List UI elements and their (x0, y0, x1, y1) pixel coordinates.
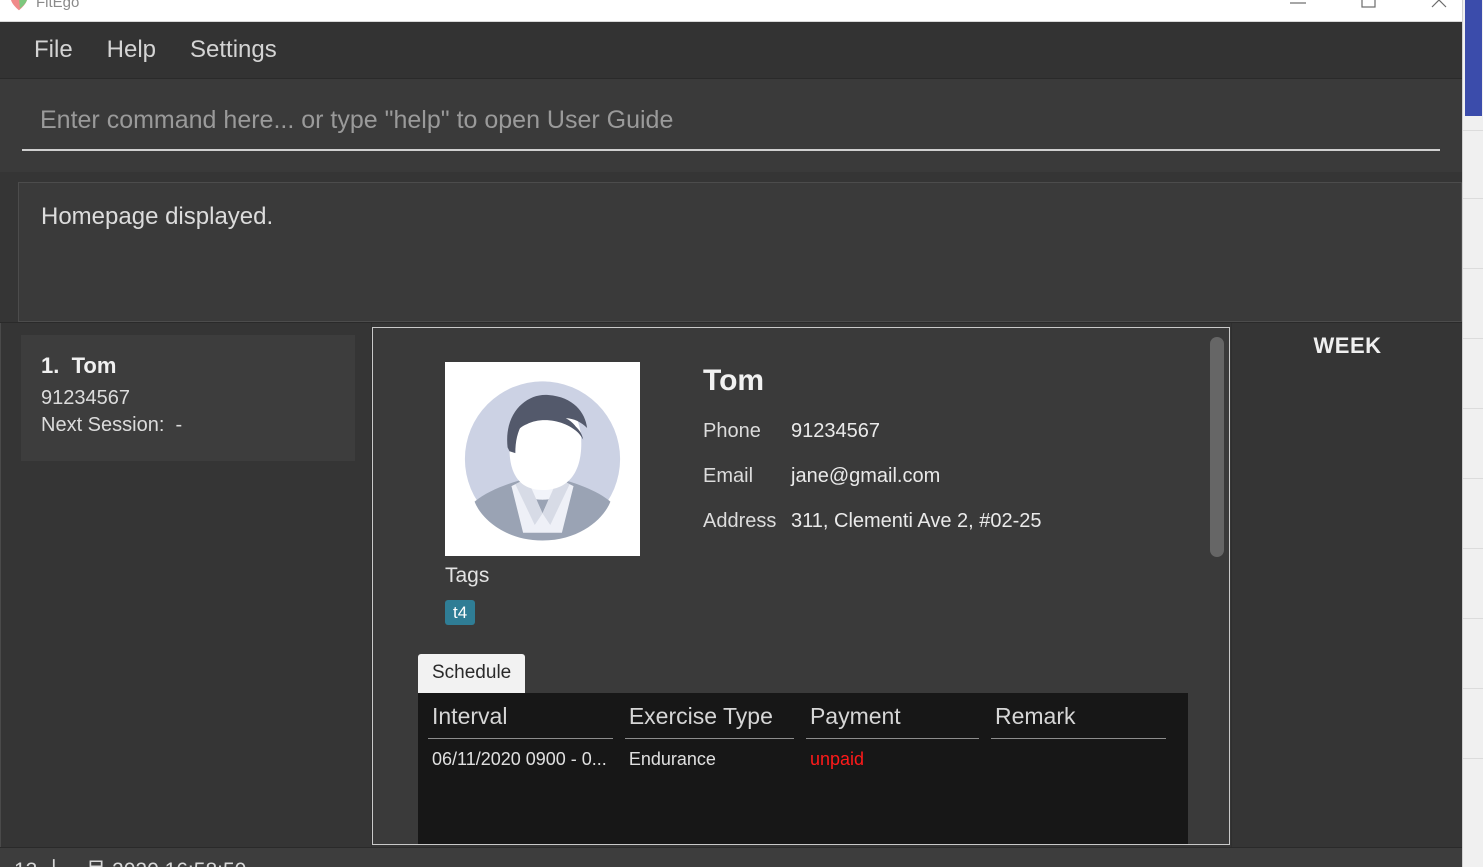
default-person-avatar-icon (445, 362, 640, 556)
heart-logo-icon (8, 0, 30, 13)
detail-field-value: 311, Clementi Ave 2, #02-25 (791, 510, 1042, 532)
client-detail-panel: Tags t4 Tom Phone 91234567 Email jane@gm… (372, 327, 1230, 845)
cell-exercise-type: Endurance (628, 749, 716, 769)
list-item-index: 1. (41, 353, 60, 378)
detail-field-address: Address 311, Clementi Ave 2, #02-25 (703, 510, 1042, 533)
list-item[interactable]: 1. Tom 91234567 Next Session: - (21, 335, 355, 461)
command-input[interactable] (22, 99, 1440, 151)
title-bar: FitEgo (0, 0, 1462, 22)
detail-scrollbar-thumb[interactable] (1210, 337, 1224, 557)
tag-chip[interactable]: t4 (445, 600, 476, 625)
detail-field-label: Email (703, 465, 754, 487)
menu-item-settings[interactable]: Settings (178, 33, 289, 67)
column-header-exercise-type[interactable]: Exercise Type (624, 703, 794, 739)
tab-schedule[interactable]: Schedule (418, 654, 526, 693)
tags-label: Tags (445, 564, 490, 587)
command-box (0, 78, 1462, 172)
maximize-button[interactable] (1345, 0, 1391, 13)
result-text: Homepage displayed. (41, 203, 274, 230)
list-item-phone: 91234567 (41, 387, 130, 409)
status-datetime: 13 十一月 2020 16:58:50 (14, 854, 246, 867)
main-body: File Help Settings Homepage displayed. 1… (0, 22, 1462, 867)
column-header-remark[interactable]: Remark (990, 703, 1166, 739)
cell-interval: 06/11/2020 0900 - 0... (432, 749, 607, 769)
close-button[interactable] (1416, 0, 1462, 13)
detail-person-name: Tom (703, 364, 765, 397)
menu-item-help[interactable]: Help (95, 33, 168, 67)
page-scrollbar[interactable] (1462, 0, 1483, 867)
calendar-panel: WEEK (1231, 323, 1462, 848)
calendar-week-title: WEEK (1313, 333, 1382, 358)
minimize-button[interactable] (1275, 0, 1321, 13)
result-display-box: Homepage displayed. (18, 182, 1462, 322)
menu-bar: File Help Settings (0, 22, 1462, 78)
page-scrollbar-thumb[interactable] (1465, 0, 1482, 116)
cell-remark (991, 745, 1166, 770)
list-item-next-session: Next Session: - (41, 412, 335, 439)
schedule-table-header: Interval Exercise Type Payment Remark (418, 693, 1188, 739)
detail-field-value: 91234567 (791, 420, 880, 442)
detail-scrollbar[interactable] (1208, 329, 1228, 844)
client-list-panel: 1. Tom 91234567 Next Session: - (0, 323, 372, 848)
content-area: 1. Tom 91234567 Next Session: - Tags t4 … (0, 322, 1462, 848)
tags-row: t4 (445, 600, 476, 625)
schedule-table: Interval Exercise Type Payment Remark 06… (418, 693, 1188, 844)
app-title: FitEgo (36, 0, 80, 11)
detail-field-value: jane@gmail.com (791, 465, 941, 487)
table-row[interactable]: 06/11/2020 0900 - 0... Endurance unpaid (418, 739, 1188, 770)
status-bar: 13 十一月 2020 16:58:50 (0, 847, 1462, 867)
title-bar-left: FitEgo (8, 0, 79, 16)
column-header-payment[interactable]: Payment (805, 703, 979, 739)
detail-field-label: Address (703, 510, 777, 532)
menu-item-file[interactable]: File (22, 33, 85, 67)
list-item-title: 1. Tom (41, 353, 335, 379)
next-session-value: - (175, 414, 183, 436)
avatar (445, 362, 640, 556)
cell-payment: unpaid (809, 749, 864, 769)
list-item-name: Tom (71, 353, 117, 378)
detail-field-label: Phone (703, 420, 761, 442)
detail-field-email: Email jane@gmail.com (703, 465, 940, 488)
detail-field-phone: Phone 91234567 (703, 420, 880, 443)
application-window: FitEgo File Help Settings Homepage (0, 0, 1483, 867)
column-header-interval[interactable]: Interval (428, 703, 613, 739)
next-session-label: Next Session: (41, 414, 165, 436)
